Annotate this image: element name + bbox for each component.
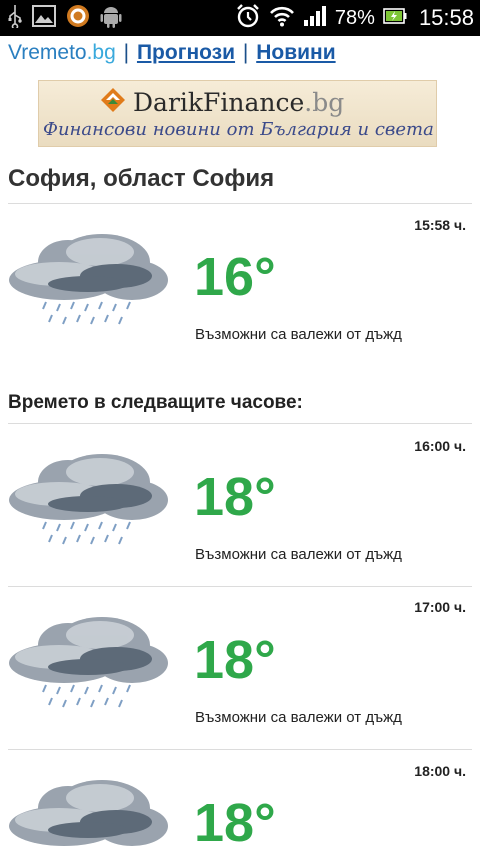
current-description: Възможни са валежи от дъжд: [195, 326, 402, 343]
forecast-time: 17:00 ч.: [414, 599, 466, 615]
battery-icon: [383, 7, 407, 30]
location-title: София, област София: [8, 165, 275, 192]
hourly-section-title: Времето в следващите часове:: [8, 392, 303, 413]
notification-icons: [8, 4, 122, 32]
image-icon: [32, 4, 56, 32]
nav-separator: |: [242, 41, 249, 64]
app-icon: [66, 4, 90, 33]
battery-percentage: 78%: [334, 6, 375, 29]
forecast-description: Възможни са валежи от дъжд: [195, 546, 402, 563]
banner-brand: DarikFinance.bg: [133, 88, 344, 117]
forecast-time: 18:00 ч.: [414, 763, 466, 779]
rain-cloud-icon: [4, 218, 172, 343]
usb-icon: [8, 4, 22, 33]
nav-separator: |: [123, 41, 130, 64]
wifi-icon: [269, 5, 295, 32]
nav-link-forecasts[interactable]: Прогнози: [137, 41, 235, 64]
android-icon: [100, 4, 122, 33]
hourly-forecast-item: 16:00 ч. 18° Възможни са валежи от дъжд: [0, 424, 480, 584]
rain-cloud-icon: [4, 764, 172, 854]
current-weather-card: 15:58 ч. 16° Възможни са валежи от дъжд: [0, 204, 480, 364]
hourly-forecast-item: 17:00 ч. 18° Възможни са валежи от дъжд: [0, 587, 480, 747]
clock: 15:58: [418, 5, 474, 30]
forecast-temperature: 18°: [194, 467, 276, 527]
forecast-temperature: 18°: [194, 630, 276, 690]
status-bar: 78% 15:58: [0, 0, 480, 36]
current-temperature: 16°: [194, 247, 276, 307]
current-time: 15:58 ч.: [414, 217, 466, 233]
darikfinance-logo-icon: [99, 86, 127, 119]
banner-brand-name: DarikFinance: [133, 87, 305, 117]
forecast-description: Възможни са валежи от дъжд: [195, 709, 402, 726]
site-header: Vremeto.bg | Прогнози | Новини: [8, 38, 336, 68]
hourly-forecast-item: 18:00 ч. 18°: [0, 750, 480, 854]
banner-subtitle: Финансови новини от България и света: [43, 119, 434, 140]
signal-icon: [303, 5, 327, 32]
rain-cloud-icon: [4, 601, 172, 726]
rain-cloud-icon: [4, 438, 172, 563]
alarm-icon: [235, 3, 261, 34]
logo-domain: .bg: [86, 41, 116, 64]
site-logo[interactable]: Vremeto.bg: [8, 41, 116, 64]
banner-brand-domain: .bg: [304, 87, 345, 117]
ad-banner[interactable]: DarikFinance.bg Финансови новини от Бълг…: [38, 80, 437, 147]
system-icons: 78% 15:58: [235, 0, 474, 36]
logo-text: Vremeto: [8, 41, 87, 64]
banner-brand-row: DarikFinance.bg: [99, 87, 344, 117]
forecast-time: 16:00 ч.: [414, 438, 466, 454]
forecast-temperature: 18°: [194, 793, 276, 853]
nav-link-news[interactable]: Новини: [256, 41, 335, 64]
